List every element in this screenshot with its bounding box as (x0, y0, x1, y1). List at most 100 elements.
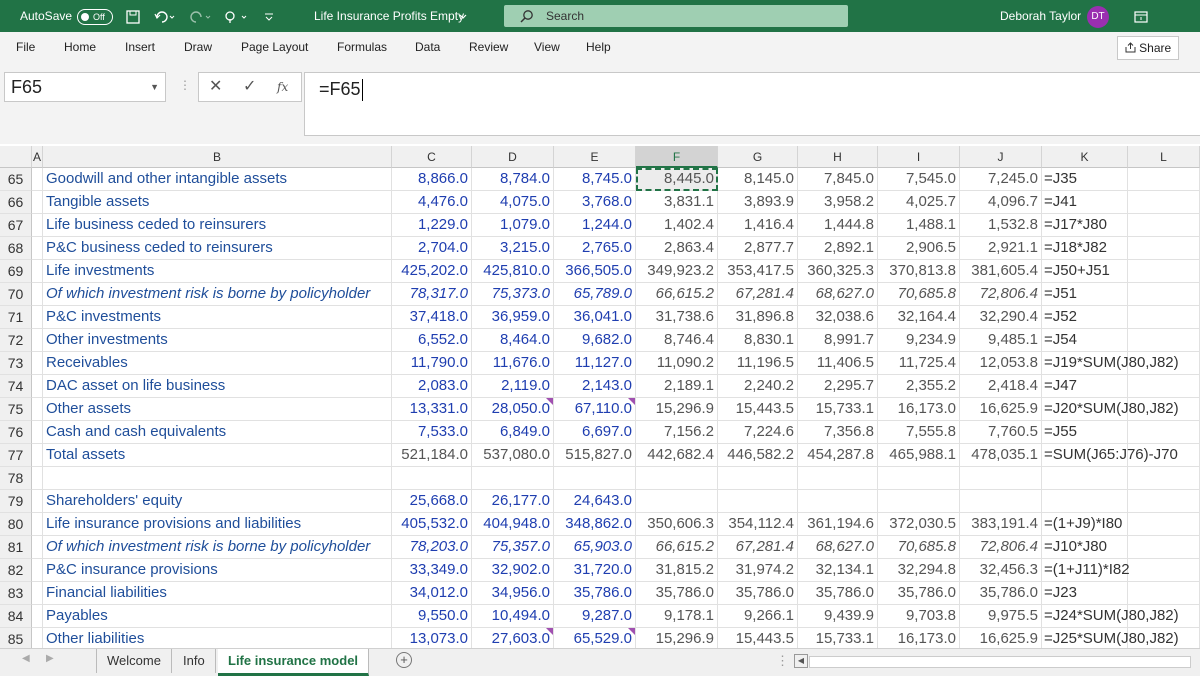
column-header-e[interactable]: E (554, 146, 636, 168)
cell-a[interactable] (32, 375, 43, 398)
cell-l[interactable] (1128, 283, 1200, 306)
cell-d[interactable]: 425,810.0 (472, 260, 554, 283)
cell-j[interactable]: 72,806.4 (960, 536, 1042, 559)
cell-c[interactable]: 405,532.0 (392, 513, 472, 536)
cell-h[interactable]: 1,444.8 (798, 214, 878, 237)
cell-c[interactable]: 7,533.0 (392, 421, 472, 444)
tab-draw[interactable]: Draw (184, 32, 212, 62)
row-header[interactable]: 68 (0, 237, 32, 260)
cell-f[interactable]: 66,615.2 (636, 283, 718, 306)
cell-k-formula[interactable]: =J47 (1042, 375, 1128, 398)
cell-k-formula[interactable]: =J51 (1042, 283, 1128, 306)
cell-e[interactable]: 8,745.0 (554, 168, 636, 191)
cell-a[interactable] (32, 237, 43, 260)
row-header[interactable]: 67 (0, 214, 32, 237)
cell-h[interactable]: 15,733.1 (798, 398, 878, 421)
cell-a[interactable] (32, 168, 43, 191)
sheet-tab-info[interactable]: Info (173, 649, 216, 673)
cell-l[interactable] (1128, 214, 1200, 237)
cell-e[interactable]: 9,682.0 (554, 329, 636, 352)
row-label[interactable]: Financial liabilities (43, 582, 392, 605)
row-label[interactable]: Life insurance provisions and liabilitie… (43, 513, 392, 536)
tab-review[interactable]: Review (469, 32, 508, 62)
cell-e[interactable]: 348,862.0 (554, 513, 636, 536)
cell-e[interactable]: 6,697.0 (554, 421, 636, 444)
search-box[interactable]: Search (504, 5, 848, 27)
cell-e[interactable]: 366,505.0 (554, 260, 636, 283)
cell-i[interactable]: 1,488.1 (878, 214, 960, 237)
cancel-icon[interactable]: ✕ (209, 73, 222, 101)
scroll-tabs-right-icon[interactable]: ▶ (46, 653, 54, 664)
cell-h[interactable] (798, 490, 878, 513)
row-label[interactable]: Goodwill and other intangible assets (43, 168, 392, 191)
cell-f[interactable] (636, 467, 718, 490)
cell-h[interactable] (798, 467, 878, 490)
share-button[interactable]: Share (1117, 36, 1179, 60)
cell-e[interactable]: 35,786.0 (554, 582, 636, 605)
tab-insert[interactable]: Insert (125, 32, 155, 62)
cell-f[interactable]: 15,296.9 (636, 628, 718, 648)
cell-j[interactable]: 1,532.8 (960, 214, 1042, 237)
cell-d[interactable]: 10,494.0 (472, 605, 554, 628)
sheet-tab-welcome[interactable]: Welcome (96, 649, 172, 673)
cell-d[interactable]: 6,849.0 (472, 421, 554, 444)
cell-c[interactable]: 37,418.0 (392, 306, 472, 329)
cell-i[interactable]: 35,786.0 (878, 582, 960, 605)
column-header-b[interactable]: B (43, 146, 392, 168)
cell-h[interactable]: 9,439.9 (798, 605, 878, 628)
cell-c[interactable]: 2,083.0 (392, 375, 472, 398)
cell-g[interactable]: 3,893.9 (718, 191, 798, 214)
cell-l[interactable] (1128, 513, 1200, 536)
cell-e[interactable]: 2,143.0 (554, 375, 636, 398)
cell-h[interactable]: 360,325.3 (798, 260, 878, 283)
cell-l[interactable] (1128, 329, 1200, 352)
row-header[interactable]: 84 (0, 605, 32, 628)
cell-i[interactable]: 372,030.5 (878, 513, 960, 536)
cell-f[interactable]: 35,786.0 (636, 582, 718, 605)
ribbon-display-icon[interactable] (1134, 0, 1148, 32)
cell-g[interactable]: 31,974.2 (718, 559, 798, 582)
cell-a[interactable] (32, 536, 43, 559)
cell-g[interactable]: 35,786.0 (718, 582, 798, 605)
cell-e[interactable]: 2,765.0 (554, 237, 636, 260)
cell-h[interactable]: 361,194.6 (798, 513, 878, 536)
cell-j[interactable]: 381,605.4 (960, 260, 1042, 283)
cell-a[interactable] (32, 582, 43, 605)
cell-e[interactable]: 11,127.0 (554, 352, 636, 375)
row-label[interactable]: Of which investment risk is borne by pol… (43, 283, 392, 306)
row-header[interactable]: 69 (0, 260, 32, 283)
cell-h[interactable]: 32,134.1 (798, 559, 878, 582)
row-label[interactable]: DAC asset on life business (43, 375, 392, 398)
cell-j[interactable]: 2,418.4 (960, 375, 1042, 398)
cell-i[interactable]: 16,173.0 (878, 398, 960, 421)
row-label[interactable]: Total assets (43, 444, 392, 467)
cell-c[interactable]: 1,229.0 (392, 214, 472, 237)
cell-k-formula[interactable]: =J10*J80 (1042, 536, 1128, 559)
cell-h[interactable]: 2,892.1 (798, 237, 878, 260)
row-label[interactable]: Receivables (43, 352, 392, 375)
cell-a[interactable] (32, 283, 43, 306)
cell-h[interactable]: 454,287.8 (798, 444, 878, 467)
cell-g[interactable] (718, 490, 798, 513)
cell-i[interactable] (878, 467, 960, 490)
row-header[interactable]: 71 (0, 306, 32, 329)
cell-k-formula[interactable] (1042, 490, 1128, 513)
cell-k-formula[interactable]: =J52 (1042, 306, 1128, 329)
cell-d[interactable]: 27,603.0 (472, 628, 554, 648)
cell-h[interactable]: 68,627.0 (798, 536, 878, 559)
column-header-j[interactable]: J (960, 146, 1042, 168)
cell-i[interactable]: 9,703.8 (878, 605, 960, 628)
row-header[interactable]: 65 (0, 168, 32, 191)
file-title-dropdown-icon[interactable] (459, 0, 467, 32)
cell-l[interactable] (1128, 260, 1200, 283)
cell-e[interactable]: 65,789.0 (554, 283, 636, 306)
cell-j[interactable]: 16,625.9 (960, 398, 1042, 421)
cell-j[interactable]: 2,921.1 (960, 237, 1042, 260)
cell-g[interactable]: 31,896.8 (718, 306, 798, 329)
row-header[interactable]: 82 (0, 559, 32, 582)
cell-d[interactable]: 75,357.0 (472, 536, 554, 559)
row-label[interactable]: Payables (43, 605, 392, 628)
cell-h[interactable]: 2,295.7 (798, 375, 878, 398)
cell-i[interactable]: 7,555.8 (878, 421, 960, 444)
cell-c[interactable]: 78,317.0 (392, 283, 472, 306)
